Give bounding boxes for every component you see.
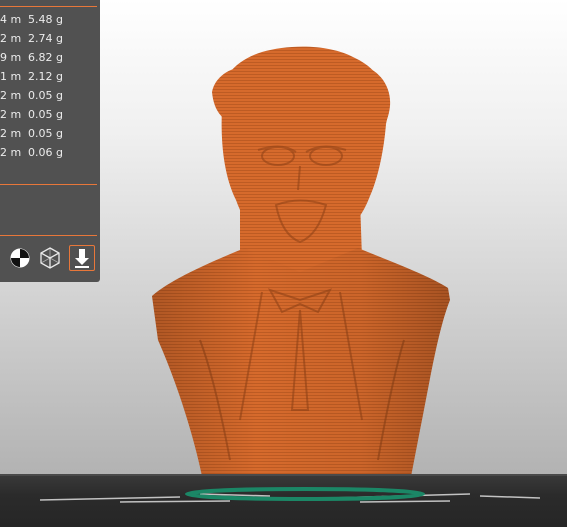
filament-weight: 2.74 g: [28, 32, 63, 45]
3d-preview-viewport[interactable]: 4 m 5.48 g 2 m 2.74 g 9 m 6.82 g 1 m 2.12 g 2 m 0…: [0, 0, 567, 527]
filament-weight: 2.12 g: [28, 70, 63, 83]
filament-weight: 0.05 g: [28, 89, 63, 102]
stat-row: 2 m 2.74 g: [0, 29, 100, 48]
stat-row: 4 m 5.48 g: [0, 10, 100, 29]
filament-length: 4 m: [0, 13, 22, 26]
balance-icon: [10, 248, 30, 268]
filament-length: 2 m: [0, 127, 22, 140]
stat-row: 2 m 0.05 g: [0, 124, 100, 143]
filament-weight: 5.48 g: [28, 13, 63, 26]
stat-row: 9 m 6.82 g: [0, 48, 100, 67]
filament-weight: 0.05 g: [28, 108, 63, 121]
balance-button[interactable]: [7, 245, 33, 271]
stat-row: 2 m 0.05 g: [0, 105, 100, 124]
panel-divider: [0, 235, 97, 236]
build-plate-edge: [0, 474, 567, 476]
filament-length: 2 m: [0, 146, 22, 159]
panel-divider: [0, 184, 97, 185]
stat-row: 1 m 2.12 g: [0, 67, 100, 86]
filament-weight: 6.82 g: [28, 51, 63, 64]
filament-weight: 0.06 g: [28, 146, 63, 159]
panel-divider: [0, 6, 97, 7]
export-gcode-button[interactable]: [69, 245, 95, 271]
plate-reflection: [39, 487, 541, 503]
export-gcode-icon: [75, 249, 89, 268]
stats-panel: 4 m 5.48 g 2 m 2.74 g 9 m 6.82 g 1 m 2.12 g 2 m 0…: [0, 0, 100, 282]
filament-weight: 0.05 g: [28, 127, 63, 140]
filament-stats-list: 4 m 5.48 g 2 m 2.74 g 9 m 6.82 g 1 m 2.12 g 2 m 0…: [0, 10, 100, 162]
cube-icon: [40, 247, 60, 269]
filament-length: 2 m: [0, 89, 22, 102]
stat-row: 2 m 0.06 g: [0, 143, 100, 162]
cube-view-button[interactable]: [37, 245, 63, 271]
filament-length: 9 m: [0, 51, 22, 64]
filament-length: 1 m: [0, 70, 22, 83]
stat-row: 2 m 0.05 g: [0, 86, 100, 105]
filament-length: 2 m: [0, 32, 22, 45]
filament-length: 2 m: [0, 108, 22, 121]
